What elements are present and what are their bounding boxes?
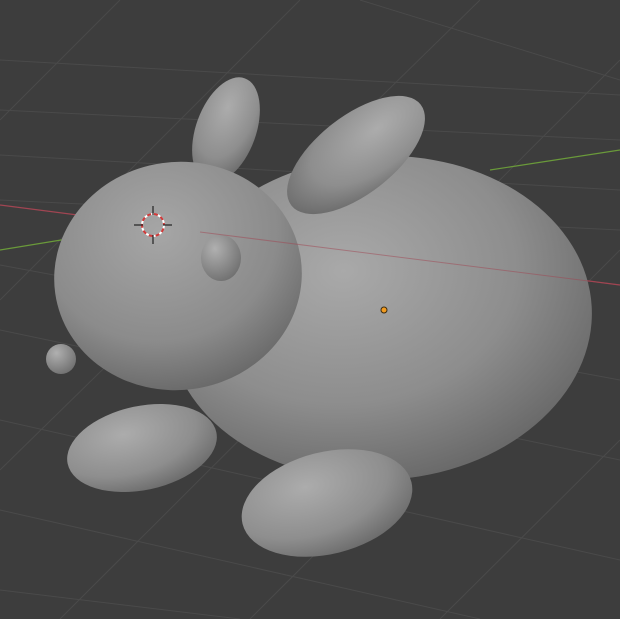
rabbit-nose[interactable] bbox=[46, 344, 76, 374]
viewport-canvas[interactable] bbox=[0, 0, 620, 619]
rabbit-back-foot[interactable] bbox=[59, 391, 225, 505]
y-axis-line-far bbox=[489, 149, 620, 171]
rabbit-eye[interactable] bbox=[201, 235, 241, 281]
3d-viewport[interactable] bbox=[0, 0, 620, 619]
origin-marker-icon bbox=[380, 306, 388, 314]
